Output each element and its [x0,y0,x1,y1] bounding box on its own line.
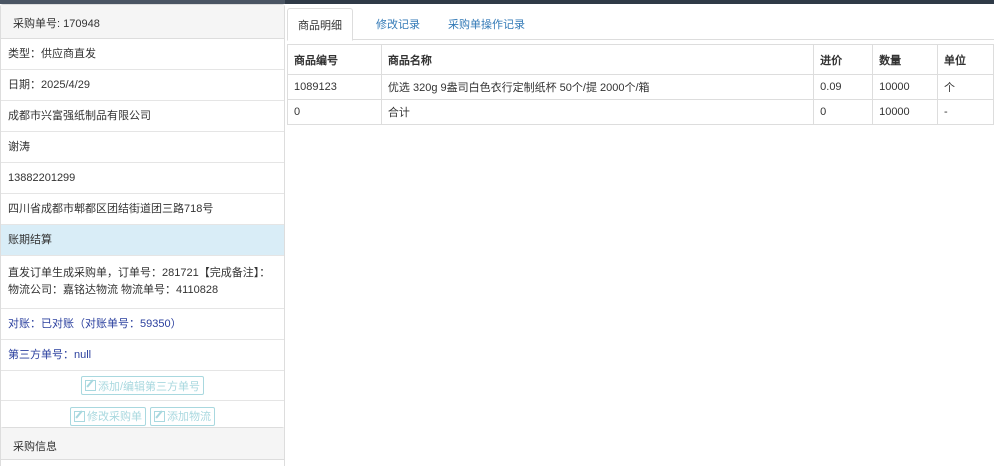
edit-third-party-label: 添加/编辑第三方单号 [97,380,201,393]
order-info-panel: 采购单号: 170948 类型：供应商直发 日期：2025/4/29 成都市兴富… [0,4,285,432]
order-type: 类型：供应商直发 [1,39,284,70]
supplier-company: 成都市兴富强纸制品有限公司 [1,101,284,132]
third-party-number: 第三方单号：null [1,340,284,371]
payment-type: 账期结算 [1,225,284,256]
edit-icon [74,410,85,422]
header-unit: 单位 [937,44,994,75]
header-product-name: 商品名称 [380,44,815,75]
cell-product-code: 1089123 [287,74,382,100]
add-logistics-button[interactable]: 添加物流 [150,406,215,426]
order-date: 日期：2025/4/29 [1,70,284,101]
header-product-code: 商品编号 [287,44,382,75]
cell-product-name: 合计 [380,99,815,125]
cell-product-name: 优选 320g 9盎司白色衣行定制纸杯 50个/提 2000个/箱 [380,74,815,100]
edit-order-label: 修改采购单 [87,411,142,423]
cell-unit-price: 0.09 [813,74,874,100]
edit-icon [154,410,165,422]
table-row: 1089123 优选 320g 9盎司白色衣行定制纸杯 50个/提 2000个/… [287,74,994,100]
edit-order-button[interactable]: 修改采购单 [70,406,146,426]
edit-third-party-button[interactable]: 添加/编辑第三方单号 [80,376,205,395]
third-party-actions: 添加/编辑第三方单号 [1,371,284,401]
table-total-row: 0 合计 0 10000 - [287,99,994,125]
order-number: 采购单号: 170948 [1,5,284,39]
add-logistics-label: 添加物流 [167,411,211,423]
header-quantity: 数量 [872,44,939,75]
cell-unit-price: 0 [813,99,874,125]
cell-unit: - [937,99,994,125]
contact-phone: 13882201299 [1,163,284,194]
reconcile-status[interactable]: 对账：已对账（对账单号：59350） [1,309,284,340]
cell-unit: 个 [937,74,994,100]
tab-product-details[interactable]: 商品明细 [287,8,353,41]
cell-quantity: 10000 [872,74,939,100]
purchase-info-title: 采购信息 [1,428,284,460]
contact-name: 谢涛 [1,132,284,163]
tab-operation-log[interactable]: 采购单操作记录 [438,8,535,40]
order-note: 直发订单生成采购单，订单号：281721【完成备注】：物流公司：嘉铭达物流 物流… [1,256,284,309]
tab-change-log[interactable]: 修改记录 [366,8,430,40]
cell-quantity: 10000 [872,99,939,125]
header-unit-price: 进价 [813,44,874,75]
detail-panel: 商品明细 修改记录 采购单操作记录 商品编号 商品名称 进价 数量 单位 108… [287,4,994,125]
cell-product-code: 0 [287,99,382,125]
edit-icon [84,380,96,391]
purchase-info-panel: 采购信息 [0,427,285,466]
detail-tabs: 商品明细 修改记录 采购单操作记录 [287,4,994,41]
table-header-row: 商品编号 商品名称 进价 数量 单位 [287,44,994,75]
order-panel: 采购单号: 170948 类型：供应商直发 日期：2025/4/29 成都市兴富… [0,4,285,432]
product-table: 商品编号 商品名称 进价 数量 单位 1089123 优选 320g 9盎司白色… [287,44,994,125]
supplier-address: 四川省成都市郫都区团结街道团三路718号 [1,194,284,225]
